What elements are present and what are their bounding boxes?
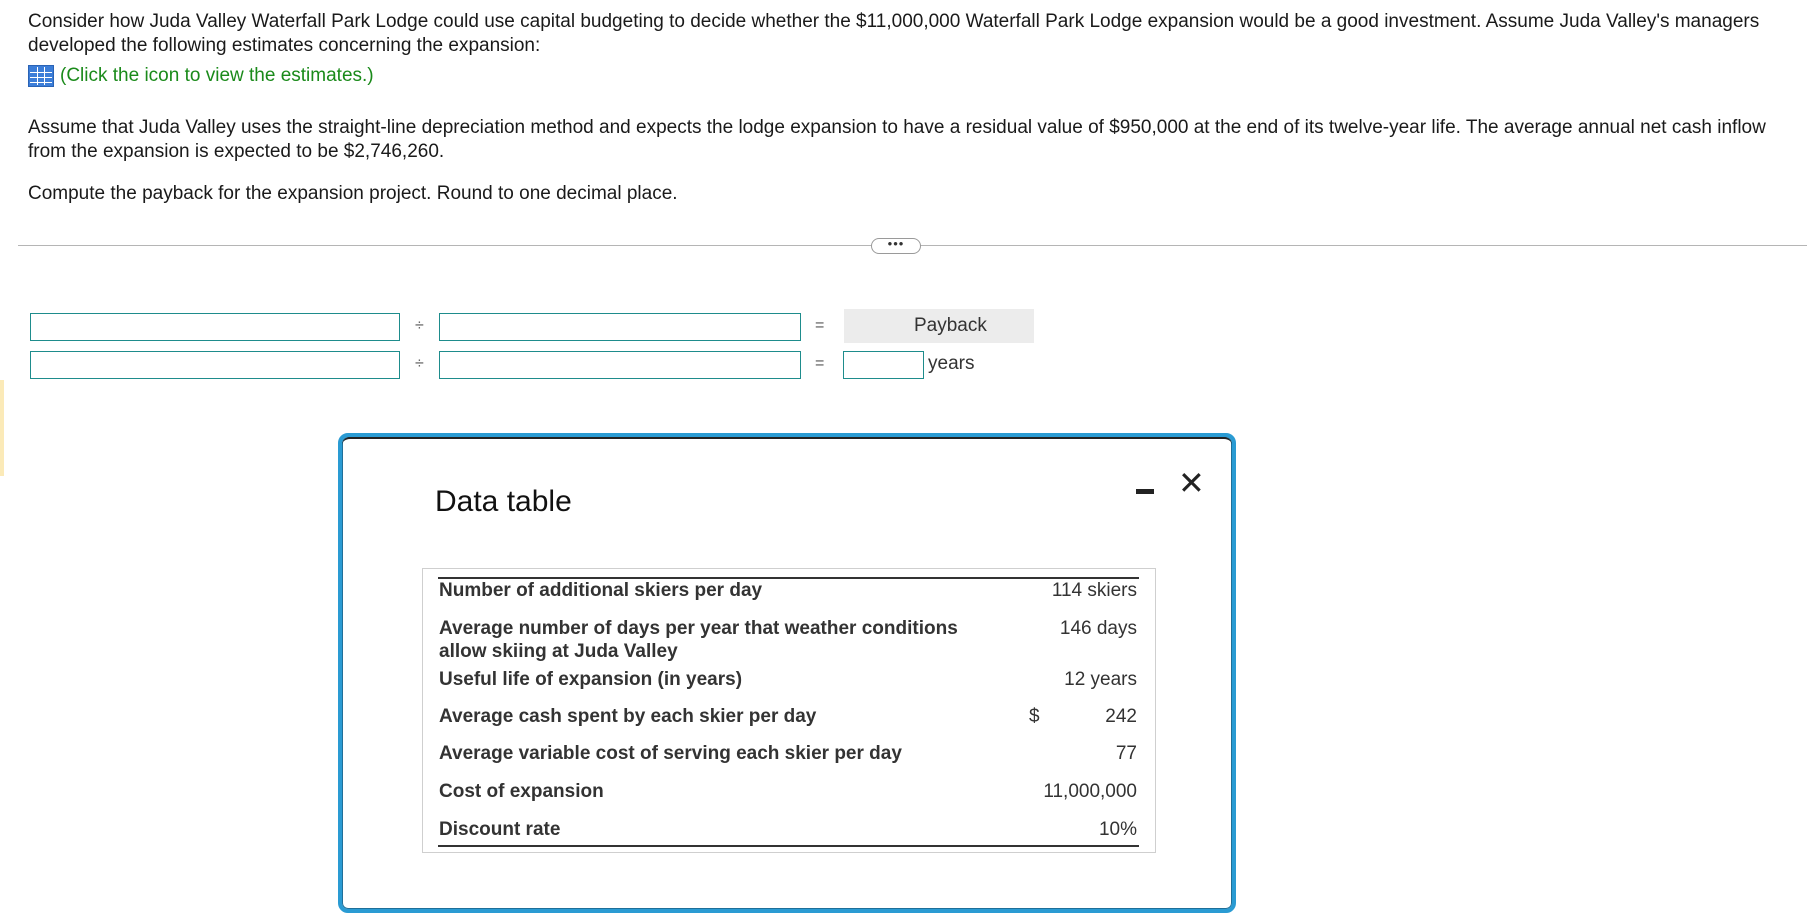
payback-result-input[interactable] xyxy=(843,351,924,379)
row-value: 114 skiers xyxy=(1051,580,1137,601)
row-value: 77 xyxy=(1115,743,1137,764)
expand-more-button[interactable]: ••• xyxy=(871,237,921,254)
divide-symbol: ÷ xyxy=(415,317,424,334)
question-text: Consider how Juda Valley Waterfall Park … xyxy=(28,10,1768,206)
row-label: Cost of expansion xyxy=(439,781,604,802)
data-table-dialog: Data table ✕ Number of additional skiers… xyxy=(338,433,1236,913)
row-label: Average number of days per year that wea… xyxy=(439,618,958,662)
equals-symbol: = xyxy=(815,355,825,372)
equals-symbol: = xyxy=(815,317,825,334)
formula-row1-denominator-input[interactable] xyxy=(439,313,801,341)
row-label: Useful life of expansion (in years) xyxy=(439,669,743,690)
row-label: Average variable cost of serving each sk… xyxy=(439,743,902,764)
formula-row2-denominator-input[interactable] xyxy=(439,351,801,379)
dialog-body: Data table ✕ Number of additional skiers… xyxy=(342,437,1232,909)
row-value: 12 years xyxy=(1064,669,1137,690)
estimates-table: Number of additional skiers per day 114 … xyxy=(422,568,1156,853)
question-paragraph-2: Assume that Juda Valley uses the straigh… xyxy=(28,117,1766,162)
dialog-title: Data table xyxy=(435,485,572,518)
row-value: 242 xyxy=(1105,706,1137,727)
view-estimates-label[interactable]: (Click the icon to view the estimates.) xyxy=(60,64,374,88)
question-paragraph-1: Consider how Juda Valley Waterfall Park … xyxy=(28,11,1760,56)
row-value: 11,000,000 xyxy=(1043,781,1137,802)
payback-header: Payback xyxy=(844,309,1034,343)
formula-row2-numerator-input[interactable] xyxy=(30,351,400,379)
close-icon[interactable]: ✕ xyxy=(1178,463,1205,503)
minimize-icon[interactable] xyxy=(1135,477,1157,499)
formula-row1-numerator-input[interactable] xyxy=(30,313,400,341)
row-label: Number of additional skiers per day xyxy=(439,580,763,601)
left-accent-bar xyxy=(0,380,4,476)
table-bottom-rule xyxy=(438,845,1139,847)
data-table-icon[interactable] xyxy=(28,65,54,87)
question-paragraph-3: Compute the payback for the expansion pr… xyxy=(28,183,678,204)
years-unit-label: years xyxy=(928,353,975,374)
view-estimates-link[interactable]: (Click the icon to view the estimates.) xyxy=(28,64,1768,88)
divide-symbol: ÷ xyxy=(415,355,424,372)
row-label: Discount rate xyxy=(439,819,561,840)
row-label: Average cash spent by each skier per day xyxy=(439,706,817,727)
row-value: 146 days xyxy=(1059,618,1137,639)
row-currency: $ xyxy=(1029,706,1040,727)
row-value: 10% xyxy=(1098,819,1137,840)
